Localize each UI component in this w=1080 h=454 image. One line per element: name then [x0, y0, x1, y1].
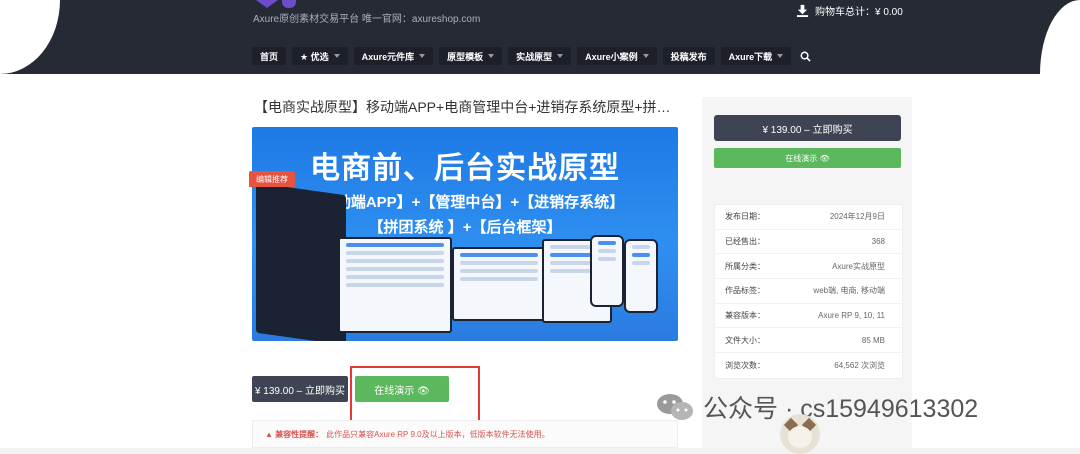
wechat-icon: [655, 391, 695, 423]
info-row-size: 文件大小： 85 MB: [715, 328, 902, 354]
nav-item-label: Axure元件库: [361, 51, 415, 62]
info-key: 兼容版本：: [725, 311, 765, 321]
nav-item-label: 实战原型: [516, 51, 553, 62]
caret-down-icon: [777, 54, 784, 58]
product-info-table: 发布日期： 2024年12月9日 已经售出： 368 所属分类： Axure实战原型 …: [714, 204, 903, 379]
nav-item-axure-cases[interactable]: Axure小案例: [577, 47, 657, 65]
nav-item-axure-library[interactable]: Axure元件库: [353, 47, 434, 65]
site-tagline: Axure原创素材交易平台 唯一官网：axureshop.com: [253, 14, 481, 25]
info-key: 作品标签：: [725, 286, 765, 296]
caret-down-icon: [419, 54, 426, 58]
header-curve-right: [1040, 0, 1080, 74]
info-row-date: 发布日期： 2024年12月9日: [715, 205, 902, 230]
wechat-watermark: 公众号 · cs15949613302: [655, 389, 978, 425]
compat-warning-label: ▲ 兼容性提醒：: [265, 429, 324, 439]
banner-device-phone-1: [590, 235, 624, 307]
banner-device-desktop: [338, 237, 452, 333]
info-value: 85 MB: [861, 335, 885, 345]
info-row-version: 兼容版本： Axure RP 9, 10, 11: [715, 304, 902, 329]
logo-dot-icon: [282, 0, 296, 8]
info-value: 2024年12月9日: [829, 212, 885, 222]
nav-item-label: 首页: [260, 51, 279, 62]
cat-face: [788, 426, 812, 448]
info-value[interactable]: Axure实战原型: [832, 261, 885, 272]
nav-item-label: ★ 优选: [300, 51, 329, 62]
info-row-tags: 作品标签： web端, 电商, 移动端: [715, 279, 902, 304]
cart-total[interactable]: 购物车总计：¥ 0.00: [796, 2, 903, 18]
caret-down-icon: [642, 54, 649, 58]
info-value: 368: [871, 237, 885, 247]
info-key: 已经售出：: [725, 237, 765, 247]
compatibility-notice: ▲ 兼容性提醒： 此作品只兼容Axure RP 9.0及以上版本，低版本软件无法…: [252, 420, 678, 448]
nav-item-axure-download[interactable]: Axure下载: [720, 47, 792, 65]
info-row-category: 所属分类： Axure实战原型: [715, 254, 902, 280]
banner-device-laptop: [256, 182, 346, 341]
info-key: 发布日期：: [725, 212, 765, 222]
info-value: Axure RP 9, 10, 11: [818, 311, 885, 321]
nav-item-home[interactable]: 首页: [252, 47, 287, 65]
buy-button[interactable]: ¥ 139.00 – 立即购买: [252, 376, 348, 402]
sidebar-demo-button[interactable]: 在线演示 👁: [714, 148, 901, 168]
info-value: 64,562 次浏览: [834, 360, 885, 370]
logo-icon[interactable]: [256, 0, 278, 8]
watermark-text: 公众号 · cs15949613302: [703, 395, 979, 423]
nav-item-featured[interactable]: ★ 优选: [292, 47, 348, 65]
highlight-box: [350, 366, 480, 424]
nav-item-templates[interactable]: 原型模板: [439, 47, 503, 65]
compat-warning-text: 此作品只兼容Axure RP 9.0及以上版本，低版本软件无法使用。: [326, 429, 550, 439]
info-key: 所属分类：: [725, 261, 765, 271]
nav-item-submit[interactable]: 投稿发布: [662, 47, 715, 65]
info-row-sold: 已经售出： 368: [715, 230, 902, 255]
sidebar-buy-button[interactable]: ¥ 139.00 – 立即购买: [714, 115, 901, 141]
download-icon: [796, 4, 809, 17]
search-icon[interactable]: [797, 47, 813, 65]
cat-avatar: [780, 414, 820, 454]
nav-item-practical-prototypes[interactable]: 实战原型: [508, 47, 572, 65]
banner-device-phone-2: [624, 239, 658, 313]
banner-title: 电商前、后台实战原型: [310, 152, 620, 185]
info-key: 浏览次数：: [725, 360, 765, 370]
product-title: 【电商实战原型】移动端APP+电商管理中台+进销存系统原型+拼团系统+后…: [254, 99, 684, 115]
info-key: 文件大小：: [725, 335, 765, 345]
info-value[interactable]: web端, 电商, 移动端: [813, 285, 885, 296]
caret-down-icon: [333, 54, 340, 58]
caret-down-icon: [557, 54, 564, 58]
nav-item-label: Axure下载: [728, 51, 773, 62]
caret-down-icon: [488, 54, 495, 58]
nav-item-label: 投稿发布: [670, 51, 707, 62]
info-row-views: 浏览次数： 64,562 次浏览: [715, 353, 902, 378]
header-curve-left: [0, 0, 60, 74]
cart-total-label: 购物车总计：¥ 0.00: [815, 6, 903, 18]
editor-pick-badge: 编辑推荐: [249, 171, 295, 187]
product-banner[interactable]: 电商前、后台实战原型 【移动端APP】+【管理中台】+【进销存系统】 【拼团系统…: [252, 127, 678, 341]
nav-item-label: 原型模板: [447, 51, 484, 62]
nav-item-label: Axure小案例: [585, 51, 638, 62]
main-nav: 首页 ★ 优选 Axure元件库 原型模板 实战原型 Axure小案例 投稿发布…: [252, 47, 813, 65]
banner-device-dashboard: [452, 247, 546, 321]
